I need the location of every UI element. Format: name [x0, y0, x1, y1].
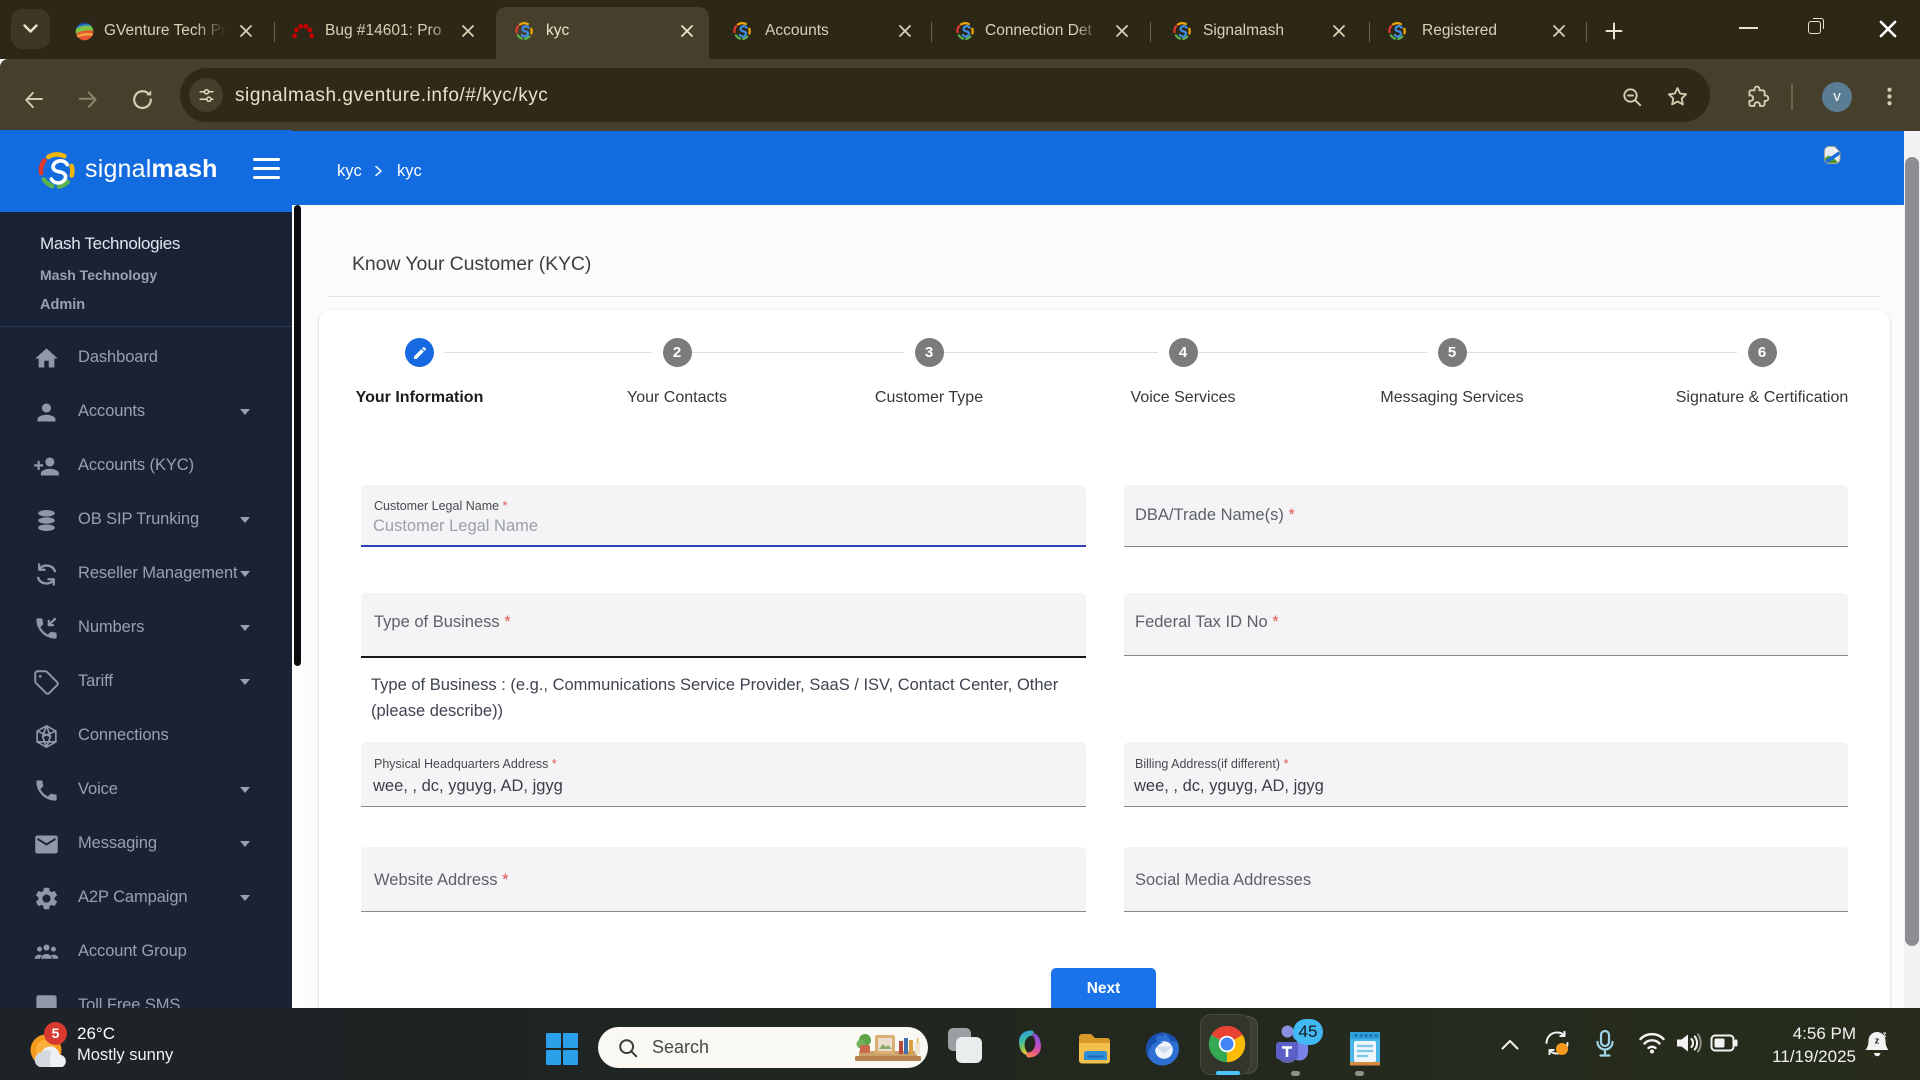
svg-text:z: z	[1875, 1036, 1880, 1047]
svg-text:z: z	[1883, 1030, 1887, 1039]
